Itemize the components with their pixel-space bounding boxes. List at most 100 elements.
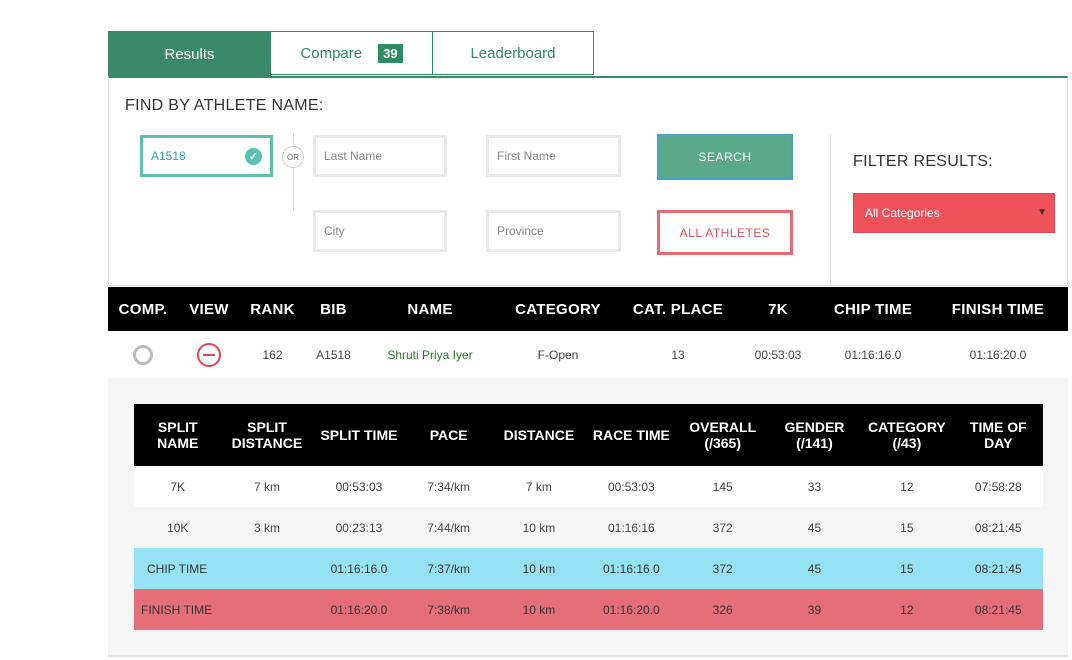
col-overall-line1: OVERALL [689, 419, 757, 435]
split-time-cell: 00:23:13 [312, 507, 406, 548]
rank-cell: 162 [240, 331, 305, 379]
time-of-day-cell: 07:58:28 [953, 466, 1043, 507]
search-panel: FIND BY ATHLETE NAME: A1518 ✓ OR Last Na… [108, 76, 1068, 286]
results-header-row: COMP. VIEW RANK BIB NAME CATEGORY CAT. P… [108, 287, 1068, 331]
first-name-placeholder: First Name [497, 149, 556, 163]
category-select[interactable]: All Categories ▼ [853, 193, 1055, 233]
bib-input[interactable]: A1518 ✓ [140, 135, 273, 177]
overall-cell: 326 [676, 589, 769, 630]
col-finish-time: FINISH TIME [928, 287, 1068, 331]
last-name-placeholder: Last Name [324, 149, 383, 163]
filter-divider [830, 134, 831, 286]
category-cell: F-Open [498, 331, 618, 379]
finish-time-cell: 01:16:20.0 [928, 331, 1068, 379]
distance-cell: 7 km [491, 466, 587, 507]
col-split-distance-line2: DISTANCE [231, 435, 303, 451]
split-row-10k: 10K 3 km 00:23:13 7:44/km 10 km 01:16:16… [134, 507, 1043, 548]
col-category: CATEGORY [498, 287, 618, 331]
col-category-rank: CATEGORY (/43) [860, 404, 954, 466]
split-time-cell: 00:53:03 [312, 466, 406, 507]
col-gender-line2: (/141) [796, 435, 833, 451]
athlete-name-link[interactable]: Shruti Priya Iyer [387, 348, 472, 362]
col-split-distance-line1: SPLIT [247, 419, 287, 435]
col-7k: 7K [738, 287, 818, 331]
col-rank: RANK [240, 287, 305, 331]
split-distance-cell: 3 km [221, 507, 313, 548]
compare-radio[interactable] [133, 344, 153, 365]
col-cat-place: CAT. PLACE [618, 287, 738, 331]
find-by-athlete-title: FIND BY ATHLETE NAME: [125, 97, 324, 114]
or-badge: OR [282, 146, 304, 168]
col-bib: BIB [305, 287, 362, 331]
first-name-input[interactable]: First Name [486, 135, 621, 177]
split-time-cell: 01:16:20.0 [312, 589, 406, 630]
col-split-name: SPLIT NAME [134, 404, 222, 466]
cat-place-cell: 13 [618, 331, 738, 379]
race-time-cell: 01:16:20.0 [586, 589, 677, 630]
tab-leaderboard[interactable]: Leaderboard [432, 31, 594, 75]
col-split-name-line2: NAME [157, 435, 199, 451]
compare-radio-cell [108, 331, 178, 379]
category-rank-cell: 12 [860, 466, 954, 507]
overall-cell: 145 [676, 466, 769, 507]
city-placeholder: City [324, 224, 345, 238]
race-time-cell: 01:16:16 [586, 507, 677, 548]
category-select-value: All Categories [865, 206, 940, 220]
col-split-distance: SPLIT DISTANCE [221, 404, 313, 466]
col-gender-line1: GENDER [784, 419, 845, 435]
category-rank-cell: 12 [860, 589, 954, 630]
split-name-cell: 7K [134, 466, 222, 507]
results-table: COMP. VIEW RANK BIB NAME CATEGORY CAT. P… [108, 287, 1068, 379]
overall-cell: 372 [676, 548, 769, 589]
view-toggle-cell [178, 331, 240, 379]
col-name: NAME [362, 287, 498, 331]
col-category-line2: (/43) [892, 435, 922, 451]
time-of-day-cell: 08:21:45 [953, 589, 1043, 630]
category-rank-cell: 15 [860, 548, 954, 589]
all-athletes-button[interactable]: ALL ATHLETES [657, 210, 793, 255]
time-of-day-cell: 08:21:45 [953, 548, 1043, 589]
split-7k-cell: 00:53:03 [738, 331, 818, 379]
gender-cell: 39 [768, 589, 861, 630]
col-comp: COMP. [108, 287, 178, 331]
collapse-minus-icon[interactable] [197, 342, 221, 367]
bib-cell: A1518 [305, 331, 362, 379]
distance-cell: 10 km [491, 548, 587, 589]
col-split-name-line1: SPLIT [157, 419, 198, 435]
or-divider [293, 133, 294, 211]
category-rank-cell: 15 [860, 507, 954, 548]
split-distance-cell [221, 589, 313, 630]
tab-results[interactable]: Results [108, 31, 271, 77]
tab-compare[interactable]: Compare 39 [270, 31, 433, 75]
city-input[interactable]: City [313, 210, 447, 252]
split-distance-cell: 7 km [221, 466, 313, 507]
split-time-cell: 01:16:16.0 [312, 548, 406, 589]
race-time-cell: 00:53:03 [586, 466, 677, 507]
col-chip-time: CHIP TIME [818, 287, 928, 331]
col-time-of-day: TIME OF DAY [953, 404, 1043, 466]
results-tabs: Results Compare 39 Leaderboard [108, 31, 594, 77]
col-split-time: SPLIT TIME [312, 404, 406, 466]
chip-time-cell: 01:16:16.0 [818, 331, 928, 379]
province-input[interactable]: Province [486, 210, 621, 252]
gender-cell: 45 [768, 507, 861, 548]
last-name-input[interactable]: Last Name [313, 135, 447, 177]
split-row-7k: 7K 7 km 00:53:03 7:34/km 7 km 00:53:03 1… [134, 466, 1043, 507]
distance-cell: 10 km [491, 589, 587, 630]
race-time-cell: 01:16:16.0 [586, 548, 677, 589]
gender-cell: 33 [768, 466, 861, 507]
pace-cell: 7:38/km [405, 589, 492, 630]
gender-cell: 45 [768, 548, 861, 589]
tab-compare-label: Compare [300, 44, 363, 62]
split-name-cell: CHIP TIME [134, 548, 222, 589]
col-gender: GENDER (/141) [768, 404, 861, 466]
check-icon: ✓ [245, 148, 262, 165]
compare-count-badge: 39 [378, 43, 403, 63]
bib-input-value: A1518 [151, 149, 186, 163]
split-row-chip-time: CHIP TIME 01:16:16.0 7:37/km 10 km 01:16… [134, 548, 1043, 589]
caret-down-icon: ▼ [1037, 207, 1047, 218]
search-button[interactable]: SEARCH [657, 134, 793, 180]
splits-table: SPLIT NAME SPLIT DISTANCE SPLIT TIME PACE … [134, 404, 1043, 630]
col-category-line1: CATEGORY [867, 419, 946, 435]
filter-results-title: FILTER RESULTS: [853, 153, 993, 170]
